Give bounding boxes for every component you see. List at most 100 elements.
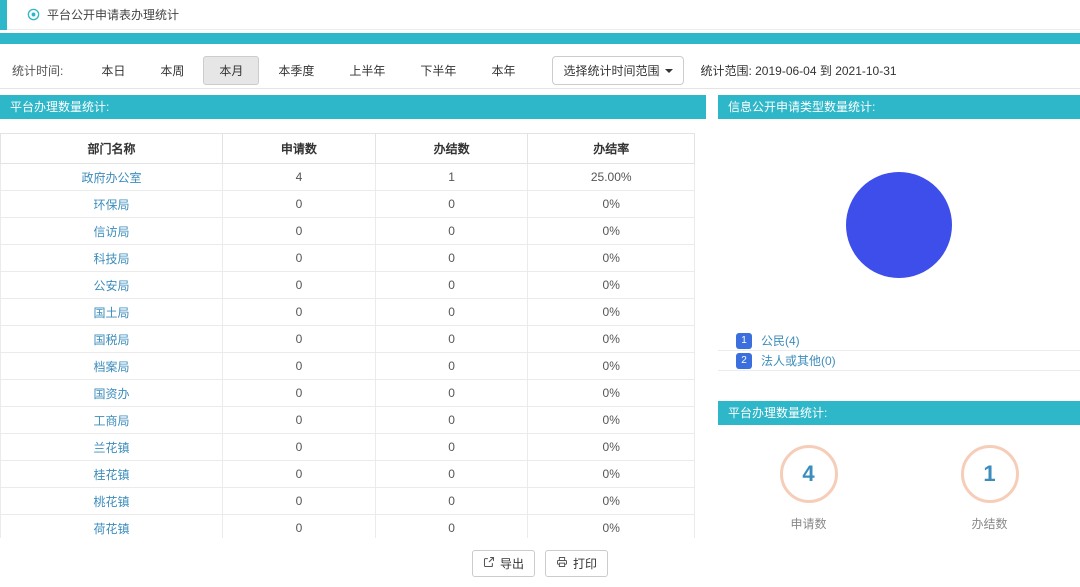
table-cell: 1: [375, 164, 528, 191]
pie-chart[interactable]: [846, 172, 952, 278]
time-tab-2[interactable]: 本月: [203, 56, 259, 85]
circle-dot-icon: [27, 8, 40, 21]
dept-name-link[interactable]: 信访局: [1, 218, 223, 245]
export-button[interactable]: 导出: [472, 550, 535, 577]
stat-applications-value: 4: [802, 461, 814, 487]
column-header-completion-rate: 办结率: [528, 134, 695, 164]
table-cell: 0%: [528, 380, 695, 407]
time-tab-5[interactable]: 下半年: [404, 56, 472, 85]
table-cell: 0: [375, 407, 528, 434]
time-tab-0[interactable]: 本日: [85, 56, 141, 85]
dept-name-link[interactable]: 工商局: [1, 407, 223, 434]
table-cell: 0: [223, 191, 376, 218]
table-cell: 0: [375, 191, 528, 218]
legend-index-badge: 1: [736, 333, 752, 349]
table-cell: 0: [375, 488, 528, 515]
pie-legend: 1 公民(4) 2 法人或其他(0): [718, 331, 1080, 371]
column-header-applications: 申请数: [223, 134, 376, 164]
stat-applications-label: 申请数: [790, 515, 826, 532]
table-cell: 0%: [528, 326, 695, 353]
time-tabs: 本日本周本月本季度上半年下半年本年: [85, 56, 534, 85]
statistics-range-text: 统计范围: 2019-06-04 到 2021-10-31: [700, 62, 896, 79]
table-header-row: 部门名称 申请数 办结数 办结率: [1, 134, 695, 164]
dept-name-link[interactable]: 档案局: [1, 353, 223, 380]
dept-name-link[interactable]: 国税局: [1, 326, 223, 353]
time-tab-6[interactable]: 本年: [475, 56, 531, 85]
date-range-dropdown[interactable]: 选择统计时间范围: [552, 56, 684, 85]
print-button-label: 打印: [573, 555, 597, 572]
department-stats-panel: 平台办理数量统计: 部门名称 申请数 办结数 办结率 政府办公室4125.00%…: [0, 95, 706, 538]
table-cell: 0: [375, 434, 528, 461]
department-stats-panel-title: 平台办理数量统计:: [0, 95, 706, 119]
legend-label: 法人或其他(0): [761, 352, 836, 369]
table-cell: 25.00%: [528, 164, 695, 191]
table-row: 政府办公室4125.00%: [1, 164, 695, 191]
table-cell: 0: [375, 245, 528, 272]
table-cell: 0: [223, 380, 376, 407]
dept-name-link[interactable]: 科技局: [1, 245, 223, 272]
table-row: 兰花镇000%: [1, 434, 695, 461]
page-title: 平台公开申请表办理统计: [47, 6, 179, 23]
time-tab-1[interactable]: 本周: [144, 56, 200, 85]
platform-totals-panel-title: 平台办理数量统计:: [718, 401, 1080, 425]
time-tab-4[interactable]: 上半年: [333, 56, 401, 85]
dept-name-link[interactable]: 荷花镇: [1, 515, 223, 539]
table-cell: 4: [223, 164, 376, 191]
legend-item-legal-person[interactable]: 2 法人或其他(0): [718, 351, 1080, 371]
stat-completed-label: 办结数: [971, 515, 1007, 532]
dept-name-link[interactable]: 政府办公室: [1, 164, 223, 191]
table-row: 公安局000%: [1, 272, 695, 299]
table-cell: 0: [375, 515, 528, 539]
stat-applications-ring: 4: [780, 445, 838, 503]
table-cell: 0: [223, 434, 376, 461]
table-cell: 0: [375, 299, 528, 326]
stat-completed-value: 1: [983, 461, 995, 487]
table-cell: 0%: [528, 488, 695, 515]
column-header-department: 部门名称: [1, 134, 223, 164]
caret-down-icon: [665, 69, 673, 73]
table-row: 荷花镇000%: [1, 515, 695, 539]
print-button[interactable]: 打印: [545, 550, 608, 577]
dept-name-link[interactable]: 国土局: [1, 299, 223, 326]
dept-name-link[interactable]: 公安局: [1, 272, 223, 299]
filter-label: 统计时间:: [12, 62, 63, 79]
application-type-panel-title: 信息公开申请类型数量统计:: [718, 95, 1080, 119]
table-cell: 0%: [528, 299, 695, 326]
filter-bar: 统计时间: 本日本周本月本季度上半年下半年本年 选择统计时间范围 统计范围: 2…: [0, 53, 1080, 89]
table-row: 桃花镇000%: [1, 488, 695, 515]
dept-name-link[interactable]: 桃花镇: [1, 488, 223, 515]
table-cell: 0: [223, 461, 376, 488]
table-cell: 0: [223, 515, 376, 539]
table-cell: 0: [223, 245, 376, 272]
dept-table-body: 政府办公室4125.00%环保局000%信访局000%科技局000%公安局000…: [1, 164, 695, 539]
table-cell: 0: [375, 380, 528, 407]
table-cell: 0: [375, 461, 528, 488]
totals-row: 4 申请数 1 办结数: [718, 425, 1080, 532]
stat-completed-ring: 1: [961, 445, 1019, 503]
dept-name-link[interactable]: 桂花镇: [1, 461, 223, 488]
table-cell: 0: [375, 272, 528, 299]
table-cell: 0%: [528, 272, 695, 299]
dept-name-link[interactable]: 环保局: [1, 191, 223, 218]
table-cell: 0%: [528, 461, 695, 488]
table-cell: 0: [375, 353, 528, 380]
table-row: 环保局000%: [1, 191, 695, 218]
table-row: 国土局000%: [1, 299, 695, 326]
export-button-label: 导出: [500, 555, 524, 572]
legend-label: 公民(4): [761, 332, 800, 349]
table-cell: 0: [223, 488, 376, 515]
table-cell: 0: [223, 272, 376, 299]
export-icon: [483, 556, 495, 571]
divider-bar: [0, 33, 1080, 44]
dept-name-link[interactable]: 兰花镇: [1, 434, 223, 461]
table-cell: 0%: [528, 245, 695, 272]
column-header-completed: 办结数: [375, 134, 528, 164]
time-tab-3[interactable]: 本季度: [262, 56, 330, 85]
footer-actions: 导出 打印: [0, 550, 1080, 577]
dept-name-link[interactable]: 国资办: [1, 380, 223, 407]
legend-item-citizen[interactable]: 1 公民(4): [718, 331, 1080, 351]
pie-chart-area: [718, 119, 1080, 331]
table-cell: 0: [223, 326, 376, 353]
print-icon: [556, 556, 568, 571]
table-cell: 0: [223, 218, 376, 245]
